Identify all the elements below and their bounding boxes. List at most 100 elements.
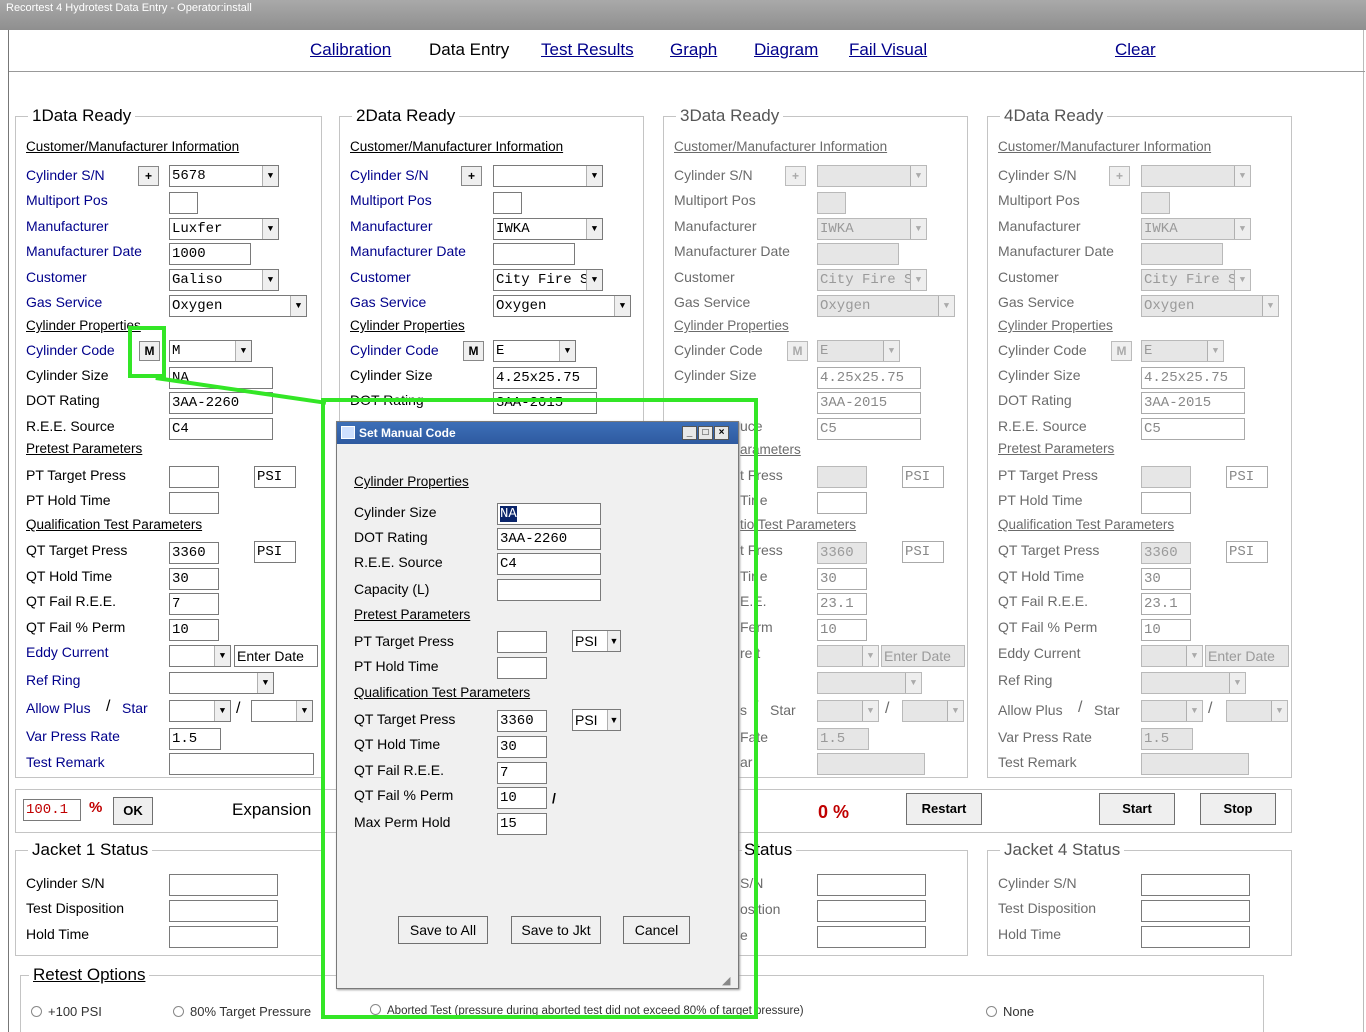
s1-gas-dropdown[interactable]: Oxygen ▼ (169, 295, 307, 317)
s2-mfr-date-input[interactable] (493, 243, 575, 265)
s4-cyl-size-input[interactable]: 4.25x25.75 (1141, 367, 1245, 389)
nav-clear[interactable]: Clear (1115, 40, 1156, 60)
s1-cyl-size-input[interactable]: NA (169, 367, 273, 389)
s1-mfr-date-input[interactable]: 1000 (169, 243, 251, 265)
s2-sn-dropdown[interactable]: ▼ (493, 165, 603, 187)
j3-hold-time-input[interactable] (817, 926, 926, 948)
cancel-button[interactable]: Cancel (623, 916, 690, 944)
retest-option-none[interactable]: None (986, 1004, 1034, 1019)
j4-hold-time-input[interactable] (1141, 926, 1250, 948)
s3-ref-ring-dropdown[interactable]: ▼ (817, 672, 922, 694)
j1-hold-time-input[interactable] (169, 926, 278, 948)
s4-multiport-input[interactable] (1141, 192, 1170, 214)
dlg-capacity-input[interactable] (497, 579, 601, 601)
s3-manufacturer-dropdown[interactable]: IWKA ▼ (817, 218, 927, 240)
s3-dot-input[interactable]: 3AA-2015 (817, 392, 921, 414)
s4-gas-dropdown[interactable]: Oxygen ▼ (1141, 295, 1279, 317)
s3-test-remark-input[interactable] (817, 753, 925, 775)
s4-dot-input[interactable]: 3AA-2015 (1141, 392, 1245, 414)
j3-disposition-input[interactable] (817, 900, 926, 922)
dlg-pt-hold-input[interactable] (497, 657, 547, 679)
s4-sn-dropdown[interactable]: ▼ (1141, 165, 1251, 187)
s1-manufacturer-dropdown[interactable]: Luxfer ▼ (169, 218, 279, 240)
stop-button[interactable]: Stop (1200, 793, 1276, 825)
s3-allow-plus-dropdown[interactable]: ▼ (817, 700, 879, 722)
s2-manufacturer-dropdown[interactable]: IWKA ▼ (493, 218, 603, 240)
s3-mfr-date-input[interactable] (817, 243, 899, 265)
s3-qt-perm-input[interactable]: 10 (817, 619, 867, 641)
s1-ref-ring-dropdown[interactable]: ▼ (169, 672, 274, 694)
s3-pt-hold-input[interactable] (817, 492, 867, 514)
s4-qt-target-input[interactable]: 3360 (1141, 542, 1191, 564)
s1-dot-input[interactable]: 3AA-2260 (169, 392, 273, 414)
s1-pt-target-input[interactable] (169, 466, 219, 488)
s1-qt-perm-input[interactable]: 10 (169, 619, 219, 641)
s4-manufacturer-dropdown[interactable]: IWKA ▼ (1141, 218, 1251, 240)
s2-cyl-size-input[interactable]: 4.25x25.75 (493, 367, 597, 389)
s1-customer-dropdown[interactable]: Galiso ▼ (169, 269, 279, 291)
j1-disposition-input[interactable] (169, 900, 278, 922)
s1-qt-ree-input[interactable]: 7 (169, 593, 219, 615)
dlg-max-perm-input[interactable]: 15 (497, 813, 547, 835)
s3-manual-code-button[interactable]: M (787, 341, 808, 361)
dlg-pt-target-input[interactable] (497, 631, 547, 653)
s1-multiport-input[interactable] (169, 192, 198, 214)
dlg-pt-unit-dropdown[interactable]: PSI ▼ (572, 630, 621, 652)
dlg-ree-input[interactable]: C4 (497, 553, 601, 575)
s2-manual-code-button[interactable]: M (463, 341, 484, 361)
s3-qt-ree-input[interactable]: 23.1 (817, 593, 867, 615)
s4-allow-plus-dropdown[interactable]: ▼ (1141, 700, 1203, 722)
s4-ree-input[interactable]: C5 (1141, 418, 1245, 440)
s4-ref-ring-dropdown[interactable]: ▼ (1141, 672, 1246, 694)
s1-cyl-code-dropdown[interactable]: M ▼ (169, 340, 252, 362)
s3-gas-dropdown[interactable]: Oxygen ▼ (817, 295, 955, 317)
s1-star-dropdown[interactable]: ▼ (251, 700, 313, 722)
expansion-pct-input[interactable]: 100.1 (23, 799, 81, 821)
nav-graph[interactable]: Graph (670, 40, 717, 60)
s2-dot-input[interactable]: 3AA-2015 (493, 392, 597, 414)
retest-option-aborted[interactable]: Aborted Test (pressure during aborted te… (370, 1004, 804, 1017)
s3-sn-plus-button[interactable]: + (785, 166, 806, 186)
j1-sn-input[interactable] (169, 874, 278, 896)
s3-sn-dropdown[interactable]: ▼ (817, 165, 927, 187)
retest-option-100psi[interactable]: +100 PSI (31, 1004, 102, 1019)
s3-multiport-input[interactable] (817, 192, 846, 214)
s1-qt-hold-input[interactable]: 30 (169, 568, 219, 590)
restart-button[interactable]: Restart (906, 793, 982, 825)
ok-button[interactable]: OK (113, 797, 153, 825)
s3-eddy-dropdown[interactable]: ▼ (817, 645, 879, 667)
s4-qt-perm-input[interactable]: 10 (1141, 619, 1191, 641)
close-icon[interactable]: × (714, 426, 729, 440)
s4-star-dropdown[interactable]: ▼ (1226, 700, 1288, 722)
s1-enter-date-button[interactable]: Enter Date (234, 645, 318, 667)
j4-disposition-input[interactable] (1141, 900, 1250, 922)
j4-sn-input[interactable] (1141, 874, 1250, 896)
s2-sn-plus-button[interactable]: + (461, 166, 482, 186)
dlg-qt-unit-dropdown[interactable]: PSI ▼ (572, 709, 621, 731)
s4-qt-hold-input[interactable]: 30 (1141, 568, 1191, 590)
dlg-qt-perm-input[interactable]: 10 (497, 787, 547, 809)
s1-var-press-input[interactable]: 1.5 (169, 728, 221, 750)
s3-enter-date-button[interactable]: Enter Date (881, 645, 965, 667)
s3-pt-target-input[interactable] (817, 466, 867, 488)
dlg-qt-ree-input[interactable]: 7 (497, 762, 547, 784)
s1-pt-hold-input[interactable] (169, 492, 219, 514)
s2-multiport-input[interactable] (493, 192, 522, 214)
s4-eddy-dropdown[interactable]: ▼ (1141, 645, 1203, 667)
s1-sn-dropdown[interactable]: 5678 ▼ (169, 165, 279, 187)
s1-sn-plus-button[interactable]: + (138, 166, 159, 186)
s1-eddy-dropdown[interactable]: ▼ (169, 645, 231, 667)
s4-cyl-code-dropdown[interactable]: E ▼ (1141, 340, 1224, 362)
nav-test-results[interactable]: Test Results (541, 40, 634, 60)
s3-cyl-size-input[interactable]: 4.25x25.75 (817, 367, 921, 389)
j3-sn-input[interactable] (817, 874, 926, 896)
nav-calibration[interactable]: Calibration (310, 40, 391, 60)
s2-customer-dropdown[interactable]: City Fire St ▼ (493, 269, 603, 291)
s3-ree-input[interactable]: C5 (817, 418, 921, 440)
s4-test-remark-input[interactable] (1141, 753, 1249, 775)
dlg-dot-input[interactable]: 3AA-2260 (497, 528, 601, 550)
save-to-all-button[interactable]: Save to All (398, 916, 488, 944)
s1-ree-input[interactable]: C4 (169, 418, 273, 440)
save-to-jkt-button[interactable]: Save to Jkt (511, 916, 601, 944)
s4-manual-code-button[interactable]: M (1111, 341, 1132, 361)
